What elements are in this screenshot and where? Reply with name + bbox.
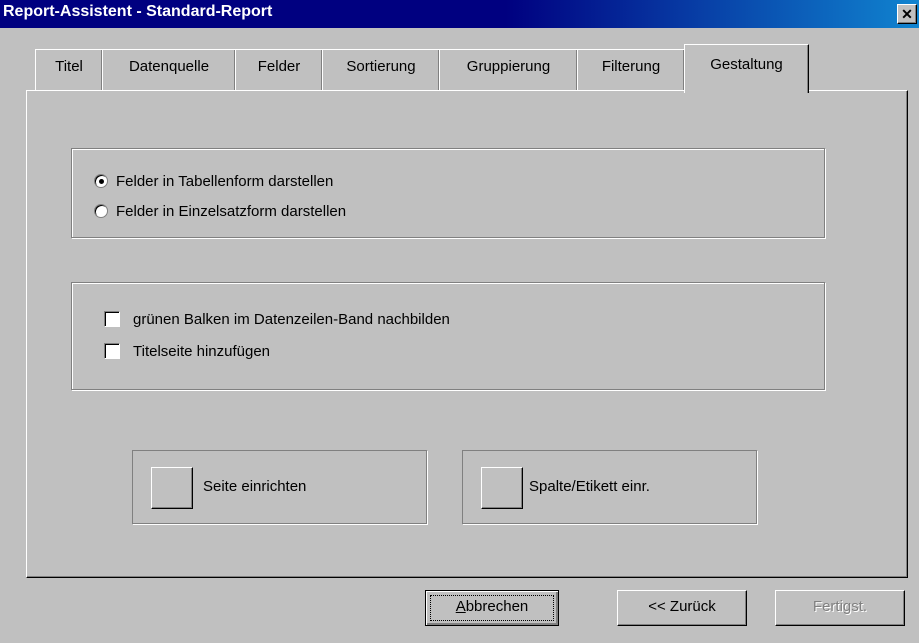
radio-einzelsatzform[interactable]: Felder in Einzelsatzform darstellen: [94, 203, 346, 221]
radio-tabellenform[interactable]: Felder in Tabellenform darstellen: [94, 173, 333, 191]
title-bar[interactable]: Report-Assistent - Standard-Report ✕: [0, 0, 919, 28]
tab-label: Datenquelle: [128, 58, 210, 75]
tab-panel-gestaltung: Felder in Tabellenform darstellen Felder…: [26, 90, 908, 578]
checkbox[interactable]: [104, 311, 120, 327]
tab-datenquelle[interactable]: Datenquelle: [102, 49, 236, 90]
checkbox-titelseite[interactable]: Titelseite hinzufügen: [104, 343, 270, 361]
finish-label: Fertigst.: [812, 598, 868, 615]
radio-button[interactable]: [94, 174, 108, 188]
cancel-button[interactable]: Abbrechen: [425, 590, 559, 626]
column-label-setup-button[interactable]: [481, 467, 523, 509]
window-title: Report-Assistent - Standard-Report: [3, 3, 273, 20]
radio-button[interactable]: [94, 204, 108, 218]
finish-button[interactable]: Fertigst.: [775, 590, 905, 626]
tab-sortierung[interactable]: Sortierung: [322, 49, 440, 90]
checkbox-gruene-balken[interactable]: grünen Balken im Datenzeilen-Band nachbi…: [104, 311, 450, 329]
radio-label: Felder in Tabellenform darstellen: [116, 173, 334, 190]
page-setup-label: Seite einrichten: [203, 478, 307, 495]
column-label-setup-label: Spalte/Etikett einr.: [529, 478, 650, 495]
checkbox[interactable]: [104, 343, 120, 359]
tab-label: Filterung: [601, 58, 661, 75]
tab-titel[interactable]: Titel: [35, 49, 103, 90]
tab-filterung[interactable]: Filterung: [577, 49, 685, 90]
page-setup-button[interactable]: [151, 467, 193, 509]
layout-options-group: Felder in Tabellenform darstellen Felder…: [71, 148, 825, 238]
back-button[interactable]: << Zurück: [617, 590, 747, 626]
checkbox-label: Titelseite hinzufügen: [133, 343, 271, 360]
radio-label: Felder in Einzelsatzform darstellen: [116, 203, 347, 220]
tab-label: Titel: [55, 58, 83, 75]
column-label-group: Spalte/Etikett einr.: [462, 450, 757, 524]
page-setup-group: Seite einrichten: [132, 450, 427, 524]
tab-label: Sortierung: [346, 58, 416, 75]
tab-gestaltung[interactable]: Gestaltung: [684, 44, 809, 93]
tab-label: Gruppierung: [466, 58, 551, 75]
tab-label: Gestaltung: [710, 56, 783, 73]
tab-felder[interactable]: Felder: [235, 49, 323, 90]
checkbox-label: grünen Balken im Datenzeilen-Band nachbi…: [133, 311, 450, 328]
extras-group: grünen Balken im Datenzeilen-Band nachbi…: [71, 282, 825, 390]
close-icon: ✕: [901, 6, 913, 22]
tab-label: Felder: [257, 58, 301, 75]
close-button[interactable]: ✕: [897, 4, 917, 24]
report-wizard-window: Report-Assistent - Standard-Report ✕ Tit…: [0, 0, 919, 643]
tab-gruppierung[interactable]: Gruppierung: [439, 49, 578, 90]
back-label: << Zurück: [648, 598, 716, 615]
